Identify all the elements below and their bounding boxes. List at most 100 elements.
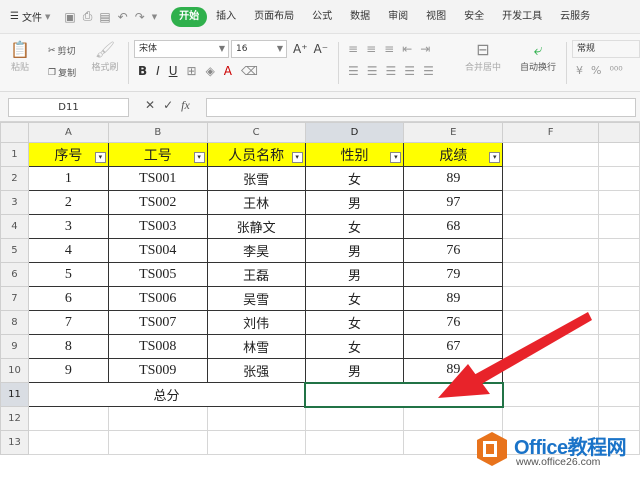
cell[interactable] [304, 406, 405, 431]
chevron-down-icon[interactable]: ▼ [152, 13, 157, 21]
cell[interactable]: 89 [403, 358, 504, 383]
justify-icon[interactable]: ☰ [404, 64, 415, 78]
cell[interactable]: 67 [403, 334, 504, 359]
font-name-select[interactable]: 宋体 ▼ [134, 40, 229, 58]
filter-dropdown-icon[interactable]: ▾ [390, 152, 402, 163]
tab-security[interactable]: 安全 [455, 7, 493, 27]
cell[interactable] [502, 382, 600, 407]
column-header-a[interactable]: A [27, 122, 109, 143]
row-header[interactable]: 11 [0, 382, 29, 407]
cell[interactable]: 张静文 [206, 214, 306, 239]
cell[interactable]: 女 [304, 286, 405, 311]
eraser-icon[interactable]: ⌫ [241, 64, 258, 78]
cell[interactable] [27, 430, 109, 455]
cell[interactable] [502, 262, 600, 287]
redo-icon[interactable]: ↷ [135, 10, 145, 24]
cell[interactable] [502, 238, 600, 263]
font-size-select[interactable]: 16 ▼ [231, 40, 287, 58]
cell[interactable]: 68 [403, 214, 504, 239]
header-cell-gender[interactable]: 性别 ▾ [304, 142, 405, 167]
paste-button[interactable]: 📋 粘贴 [6, 40, 34, 73]
cancel-icon[interactable]: ✕ [145, 98, 155, 113]
cell[interactable] [598, 238, 640, 263]
align-middle-icon[interactable]: ≡ [366, 42, 376, 56]
row-header[interactable]: 2 [0, 166, 29, 191]
cell[interactable]: 林雪 [206, 334, 306, 359]
align-left-icon[interactable]: ☰ [348, 64, 359, 78]
print-preview-icon[interactable]: ▤ [99, 10, 110, 24]
filter-dropdown-icon[interactable]: ▾ [291, 152, 303, 163]
column-header-c[interactable]: C [206, 122, 306, 143]
filter-dropdown-icon[interactable]: ▾ [94, 152, 106, 163]
undo-icon[interactable]: ↶ [118, 10, 128, 24]
cell[interactable]: 76 [403, 310, 504, 335]
cell[interactable]: 张雪 [206, 166, 306, 191]
cell[interactable]: 2 [27, 190, 109, 215]
distribute-icon[interactable]: ☰ [423, 64, 434, 78]
italic-icon[interactable]: I [156, 64, 160, 78]
tab-review[interactable]: 审阅 [379, 7, 417, 27]
cell[interactable]: 吴雪 [206, 286, 306, 311]
filter-dropdown-icon[interactable]: ▾ [193, 152, 205, 163]
cell[interactable]: 76 [403, 238, 504, 263]
cell[interactable]: 男 [304, 238, 405, 263]
cell[interactable] [502, 190, 600, 215]
tab-cloud[interactable]: 云服务 [551, 7, 599, 27]
file-menu[interactable]: ☰ 文件 ▼ [10, 9, 50, 24]
cell[interactable] [304, 430, 405, 455]
cell[interactable] [598, 310, 640, 335]
font-color-icon[interactable]: A [224, 64, 232, 78]
total-label-cell[interactable]: 总分 [27, 382, 306, 407]
select-all-corner[interactable] [0, 122, 29, 143]
header-cell-index[interactable]: 序号 ▾ [27, 142, 109, 167]
save-icon[interactable]: ▣ [64, 10, 75, 24]
cell[interactable]: TS005 [107, 262, 208, 287]
cell[interactable]: 男 [304, 358, 405, 383]
row-header[interactable]: 3 [0, 190, 29, 215]
column-header-f[interactable]: F [502, 122, 600, 143]
cell[interactable] [502, 358, 600, 383]
tab-home[interactable]: 开始 [171, 6, 208, 27]
cell[interactable] [502, 166, 600, 191]
cell[interactable]: TS003 [107, 214, 208, 239]
column-header-e[interactable]: E [403, 122, 504, 143]
cell[interactable]: 5 [27, 262, 109, 287]
row-header[interactable]: 10 [0, 358, 29, 383]
cell[interactable] [598, 286, 640, 311]
indent-left-icon[interactable]: ⇤ [402, 42, 412, 56]
fill-color-icon[interactable]: ◈ [206, 64, 215, 78]
copy-button[interactable]: ❐ 复制 [48, 66, 76, 80]
filter-dropdown-icon[interactable]: ▾ [489, 152, 501, 163]
cell[interactable]: TS001 [107, 166, 208, 191]
cell[interactable]: 女 [304, 334, 405, 359]
cell[interactable] [107, 406, 208, 431]
cell[interactable] [502, 214, 600, 239]
cell[interactable]: 7 [27, 310, 109, 335]
total-value-cell[interactable] [304, 381, 504, 408]
tab-insert[interactable]: 插入 [207, 7, 245, 27]
row-header[interactable]: 13 [0, 430, 29, 455]
merge-center-button[interactable]: ⊟ 合并居中 [458, 40, 508, 73]
row-header[interactable]: 4 [0, 214, 29, 239]
format-painter-button[interactable]: 🖌 格式刷 [88, 40, 122, 73]
cell[interactable] [502, 310, 600, 335]
tab-data[interactable]: 数据 [341, 7, 379, 27]
thousands-icon[interactable]: ⁰⁰⁰ [609, 64, 622, 77]
cell[interactable]: 李昊 [206, 238, 306, 263]
cell[interactable] [502, 286, 600, 311]
cell[interactable] [502, 334, 600, 359]
confirm-icon[interactable]: ✓ [163, 98, 173, 113]
cell[interactable] [27, 406, 109, 431]
row-header[interactable]: 6 [0, 262, 29, 287]
row-header[interactable]: 1 [0, 142, 29, 167]
currency-icon[interactable]: ¥ [576, 64, 583, 77]
cell[interactable]: 张强 [206, 358, 306, 383]
cell[interactable]: 79 [403, 262, 504, 287]
cell[interactable] [598, 334, 640, 359]
print-icon[interactable]: ⎙ [83, 9, 93, 24]
cell[interactable]: 男 [304, 190, 405, 215]
cell[interactable]: 刘伟 [206, 310, 306, 335]
cell[interactable] [598, 358, 640, 383]
cell[interactable]: TS007 [107, 310, 208, 335]
column-header-d[interactable]: D [304, 122, 405, 143]
